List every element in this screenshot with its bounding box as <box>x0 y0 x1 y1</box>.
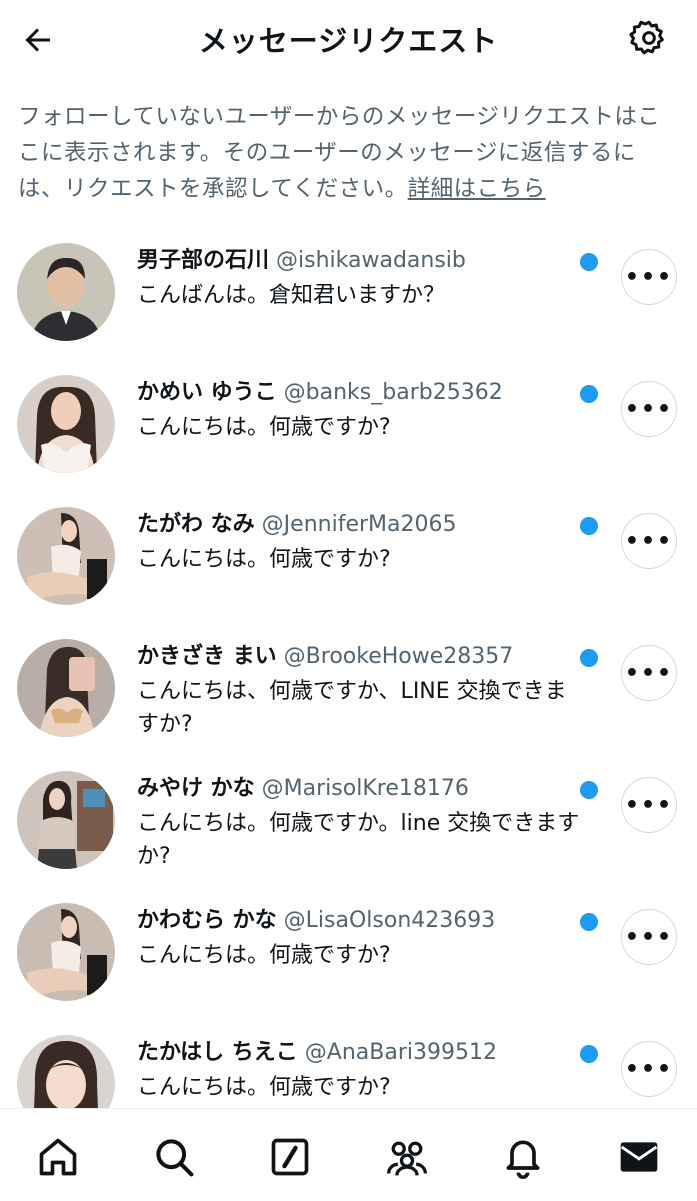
request-row[interactable]: かわむら かな @LisaOlson423693 こんにちは。何歳ですか? ••… <box>0 903 697 1035</box>
more-options-button[interactable]: ••• <box>621 909 677 965</box>
unread-indicator <box>580 649 598 667</box>
sender-handle: @JenniferMa2065 <box>261 512 457 537</box>
sender-name: みやけ かな <box>137 776 255 801</box>
request-content: 男子部の石川 @ishikawadansib こんばんは。倉知君いますか？ <box>137 245 587 312</box>
request-row[interactable]: かめい ゆうこ @banks_barb25362 こんにちは。何歳ですか? ••… <box>0 375 697 507</box>
bell-icon <box>506 1140 540 1179</box>
more-options-button[interactable]: ••• <box>621 777 677 833</box>
request-row[interactable]: みやけ かな @MarisolKre18176 こんにちは。何歳ですか。line… <box>0 771 697 903</box>
nav-messages[interactable] <box>604 1125 674 1189</box>
request-row[interactable]: 男子部の石川 @ishikawadansib こんばんは。倉知君いますか？ ••… <box>0 243 697 375</box>
message-preview: こんにちは。何歳ですか。line 交換できますか? <box>137 811 580 869</box>
request-content: かめい ゆうこ @banks_barb25362 こんにちは。何歳ですか? <box>137 377 587 444</box>
message-preview: こんにちは。何歳ですか? <box>137 547 391 572</box>
page-title: メッセージリクエスト <box>198 24 499 58</box>
home-icon <box>39 1138 77 1176</box>
unread-indicator <box>580 517 598 535</box>
more-options-button[interactable]: ••• <box>621 1041 677 1097</box>
nav-notifications[interactable] <box>488 1125 558 1189</box>
request-list: 男子部の石川 @ishikawadansib こんばんは。倉知君いますか？ ••… <box>0 243 697 1167</box>
gear-icon <box>629 20 664 55</box>
message-preview: こんにちは。何歳ですか? <box>137 415 391 440</box>
more-options-button[interactable]: ••• <box>621 513 677 569</box>
sender-handle: @AnaBari399512 <box>304 1040 497 1065</box>
sender-handle: @banks_barb25362 <box>283 380 503 405</box>
communities-icon <box>386 1141 427 1176</box>
request-content: みやけ かな @MarisolKre18176 こんにちは。何歳ですか。line… <box>137 773 587 873</box>
message-preview: こんばんは。倉知君いますか？ <box>137 283 446 308</box>
unread-indicator <box>580 1045 598 1063</box>
message-preview: こんにちは。何歳ですか? <box>137 943 391 968</box>
requests-notice: フォローしていないユーザーからのメッセージリクエストはここに表示されます。そのユ… <box>18 99 678 207</box>
nav-search[interactable] <box>139 1125 209 1189</box>
nav-home[interactable] <box>23 1125 93 1189</box>
learn-more-link[interactable]: 詳細はこちら <box>408 176 546 202</box>
compose-icon <box>272 1138 309 1176</box>
sender-handle: @MarisolKre18176 <box>261 776 469 801</box>
settings-button[interactable] <box>625 14 673 62</box>
sender-name: たかはし ちえこ <box>137 1040 298 1065</box>
bottom-navigation <box>0 1108 697 1201</box>
nav-communities[interactable] <box>372 1125 442 1189</box>
more-options-button[interactable]: ••• <box>621 249 677 305</box>
request-content: かきざき まい @BrookeHowe28357 こんにちは、何歳ですか、LIN… <box>137 641 587 741</box>
top-bar: メッセージリクエスト <box>0 0 697 78</box>
avatar[interactable] <box>17 639 115 737</box>
notice-text: フォローしていないユーザーからのメッセージリクエストはここに表示されます。そのユ… <box>18 104 661 202</box>
request-content: たがわ なみ @JenniferMa2065 こんにちは。何歳ですか? <box>137 509 587 576</box>
unread-indicator <box>580 913 598 931</box>
unread-indicator <box>580 253 598 271</box>
sender-handle: @LisaOlson423693 <box>283 908 496 933</box>
request-content: たかはし ちえこ @AnaBari399512 こんにちは。何歳ですか? <box>137 1037 587 1104</box>
more-options-button[interactable]: ••• <box>621 381 677 437</box>
sender-handle: @BrookeHowe28357 <box>283 644 514 669</box>
sender-name: かきざき まい <box>137 644 277 669</box>
request-row[interactable]: かきざき まい @BrookeHowe28357 こんにちは、何歳ですか、LIN… <box>0 639 697 771</box>
sender-name: 男子部の石川 <box>137 248 270 273</box>
sender-name: たがわ なみ <box>137 512 255 537</box>
avatar[interactable] <box>17 507 115 605</box>
avatar[interactable] <box>17 903 115 1001</box>
mail-icon <box>620 1142 658 1172</box>
more-options-button[interactable]: ••• <box>621 645 677 701</box>
avatar[interactable] <box>17 771 115 869</box>
avatar[interactable] <box>17 375 115 473</box>
sender-handle: @ishikawadansib <box>276 248 466 273</box>
message-preview: こんにちは。何歳ですか? <box>137 1075 391 1100</box>
sender-name: かわむら かな <box>137 908 277 933</box>
avatar[interactable] <box>17 243 115 341</box>
message-preview: こんにちは、何歳ですか、LINE 交換できますか? <box>137 679 567 737</box>
request-row[interactable]: たがわ なみ @JenniferMa2065 こんにちは。何歳ですか? ••• <box>0 507 697 639</box>
nav-compose[interactable] <box>255 1125 325 1189</box>
request-content: かわむら かな @LisaOlson423693 こんにちは。何歳ですか? <box>137 905 587 972</box>
search-icon <box>156 1139 194 1177</box>
unread-indicator <box>580 781 598 799</box>
sender-name: かめい ゆうこ <box>137 380 277 405</box>
unread-indicator <box>580 385 598 403</box>
